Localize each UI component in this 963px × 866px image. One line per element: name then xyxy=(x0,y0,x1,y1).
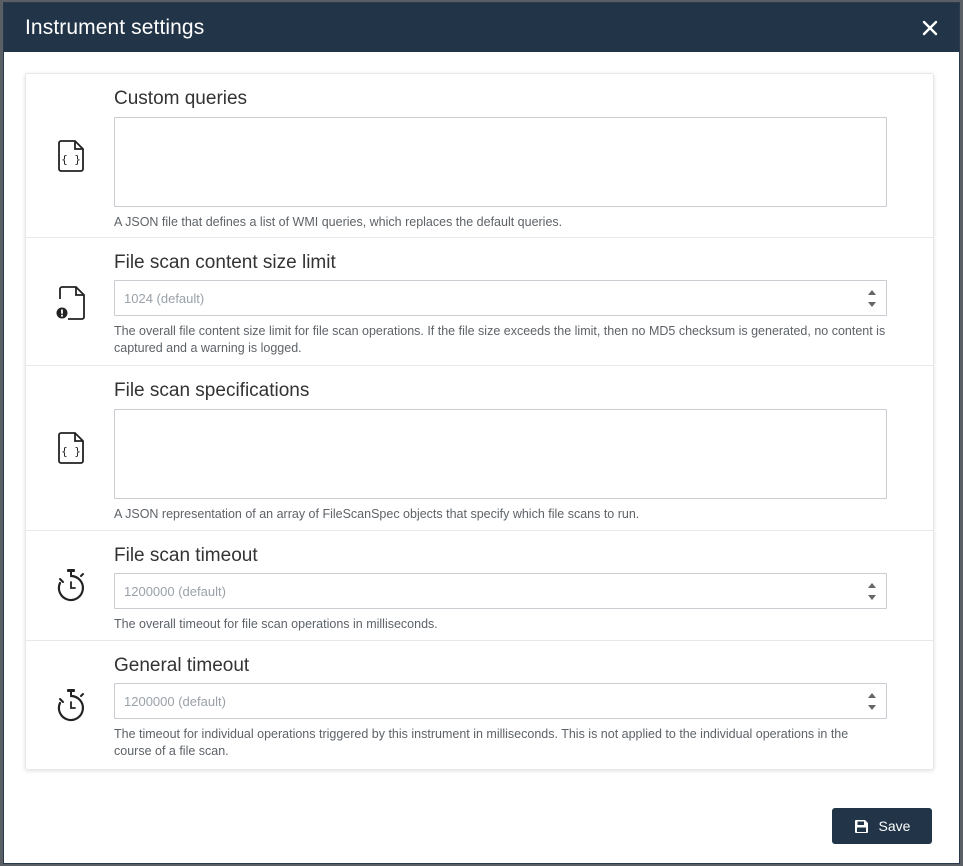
setting-file-scan-specifications: { } File scan specifications A JSON repr… xyxy=(26,366,933,531)
general-timeout-input[interactable]: 1200000 (default) xyxy=(114,683,887,719)
number-spinner[interactable] xyxy=(868,582,876,600)
settings-card: { } Custom queries A JSON file that defi… xyxy=(25,73,934,770)
chevron-down-icon[interactable] xyxy=(868,301,876,307)
chevron-up-icon[interactable] xyxy=(868,289,876,295)
content-size-limit-input[interactable]: 1024 (default) xyxy=(114,280,887,316)
chevron-down-icon[interactable] xyxy=(868,594,876,600)
number-spinner[interactable] xyxy=(868,692,876,710)
setting-label: File scan timeout xyxy=(114,545,258,566)
stopwatch-icon xyxy=(54,566,88,604)
stopwatch-icon xyxy=(54,686,88,724)
setting-file-scan-timeout: File scan timeout 1200000 (default) The … xyxy=(26,531,933,641)
input-placeholder: 1024 (default) xyxy=(124,290,205,306)
file-warning-icon xyxy=(54,284,88,322)
save-button[interactable]: Save xyxy=(832,808,932,844)
dialog-title: Instrument settings xyxy=(25,15,205,39)
input-placeholder: 1200000 (default) xyxy=(124,693,226,709)
setting-label: File scan content size limit xyxy=(114,252,336,273)
setting-label: File scan specifications xyxy=(114,380,310,401)
save-icon xyxy=(854,819,868,833)
chevron-up-icon[interactable] xyxy=(868,582,876,588)
file-scan-timeout-input[interactable]: 1200000 (default) xyxy=(114,573,887,609)
setting-label: General timeout xyxy=(114,655,250,676)
save-button-label: Save xyxy=(878,818,911,834)
setting-help: A JSON file that defines a list of WMI q… xyxy=(114,215,563,229)
instrument-settings-dialog: Instrument settings { } Custom queries A… xyxy=(3,2,960,864)
svg-text:{ }: { } xyxy=(61,153,81,166)
json-file-icon: { } xyxy=(54,137,88,175)
svg-text:{ }: { } xyxy=(61,445,81,458)
file-scan-specifications-textarea[interactable] xyxy=(114,409,887,499)
setting-help: The overall timeout for file scan operat… xyxy=(114,617,438,631)
setting-custom-queries: { } Custom queries A JSON file that defi… xyxy=(26,74,933,238)
setting-help: The timeout for individual operations tr… xyxy=(114,727,849,758)
chevron-up-icon[interactable] xyxy=(868,692,876,698)
setting-label: Custom queries xyxy=(114,88,248,109)
custom-queries-textarea[interactable] xyxy=(114,117,887,207)
setting-file-scan-content-size-limit: File scan content size limit 1024 (defau… xyxy=(26,238,933,366)
chevron-down-icon[interactable] xyxy=(868,704,876,710)
number-spinner[interactable] xyxy=(868,289,876,307)
json-file-icon: { } xyxy=(54,429,88,467)
input-placeholder: 1200000 (default) xyxy=(124,583,226,599)
setting-help: A JSON representation of an array of Fil… xyxy=(114,507,640,521)
close-icon[interactable] xyxy=(919,17,941,39)
dialog-header: Instrument settings xyxy=(4,3,959,52)
setting-general-timeout: General timeout 1200000 (default) The ti… xyxy=(26,641,933,769)
setting-help: The overall file content size limit for … xyxy=(114,324,886,355)
